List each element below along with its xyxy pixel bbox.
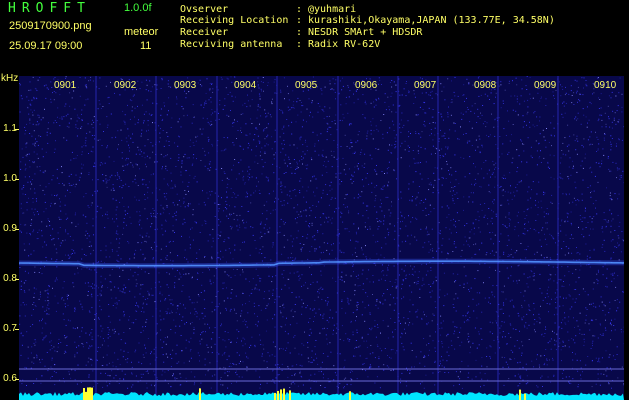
meteor-spike [83, 388, 85, 400]
y-tick-mark [15, 179, 19, 180]
meteor-spike [274, 392, 276, 400]
meteor-spike [199, 388, 201, 400]
info-key: Ovserver [180, 4, 229, 15]
app-title: HROFFT [8, 1, 91, 16]
info-value: kurashiki,Okayama,JAPAN (133.77E, 34.58N… [308, 15, 555, 26]
x-tick-label: 0909 [534, 80, 557, 91]
meteor-spike [277, 390, 279, 400]
spectrogram [19, 76, 624, 400]
y-tick-mark [15, 329, 19, 330]
info-separator: : [296, 27, 303, 38]
info-separator: : [296, 4, 303, 15]
x-tick-label: 0902 [114, 80, 137, 91]
x-tick-label: 0910 [594, 80, 617, 91]
info-separator: : [296, 39, 303, 50]
x-tick-label: 0908 [474, 80, 497, 91]
x-tick-label: 0901 [54, 80, 77, 91]
meteor-spike [283, 388, 285, 400]
y-tick-mark [15, 129, 19, 130]
x-tick-label: 0905 [295, 80, 318, 91]
x-tick-label: 0903 [174, 80, 197, 91]
y-tick-mark [15, 279, 19, 280]
meteor-count-value: 11 [140, 40, 152, 52]
meteor-spike [280, 389, 282, 400]
x-tick-label: 0904 [234, 80, 257, 91]
meteor-spike [524, 393, 526, 400]
meteor-count-label: meteor [124, 26, 159, 38]
y-tick-mark [15, 379, 19, 380]
x-tick-label: 0907 [414, 80, 437, 91]
info-key: Recviving antenna [180, 39, 283, 50]
meteor-spike [519, 389, 521, 400]
spectrogram-canvas [19, 76, 624, 400]
info-key: Receiving Location [180, 15, 289, 26]
file-name: 2509170900.png [9, 20, 92, 32]
info-value: @yuhmari [308, 4, 357, 15]
info-separator: : [296, 15, 303, 26]
x-tick-label: 0906 [355, 80, 378, 91]
y-tick-mark [15, 229, 19, 230]
info-key: Receiver [180, 27, 229, 38]
frequency-unit-label: kHz [1, 73, 19, 84]
meteor-spike [289, 390, 291, 400]
info-value: Radix RV-62V [308, 39, 381, 50]
meteor-spike [349, 391, 351, 400]
meteor-spike [91, 387, 93, 400]
app-version: 1.0.0f [124, 2, 152, 14]
meteor-spike [89, 387, 91, 400]
meteor-spike [87, 387, 89, 400]
info-value: NESDR SMArt + HDSDR [308, 27, 423, 38]
meteor-spike [85, 391, 87, 400]
timestamp: 25.09.17 09:00 [9, 40, 83, 52]
